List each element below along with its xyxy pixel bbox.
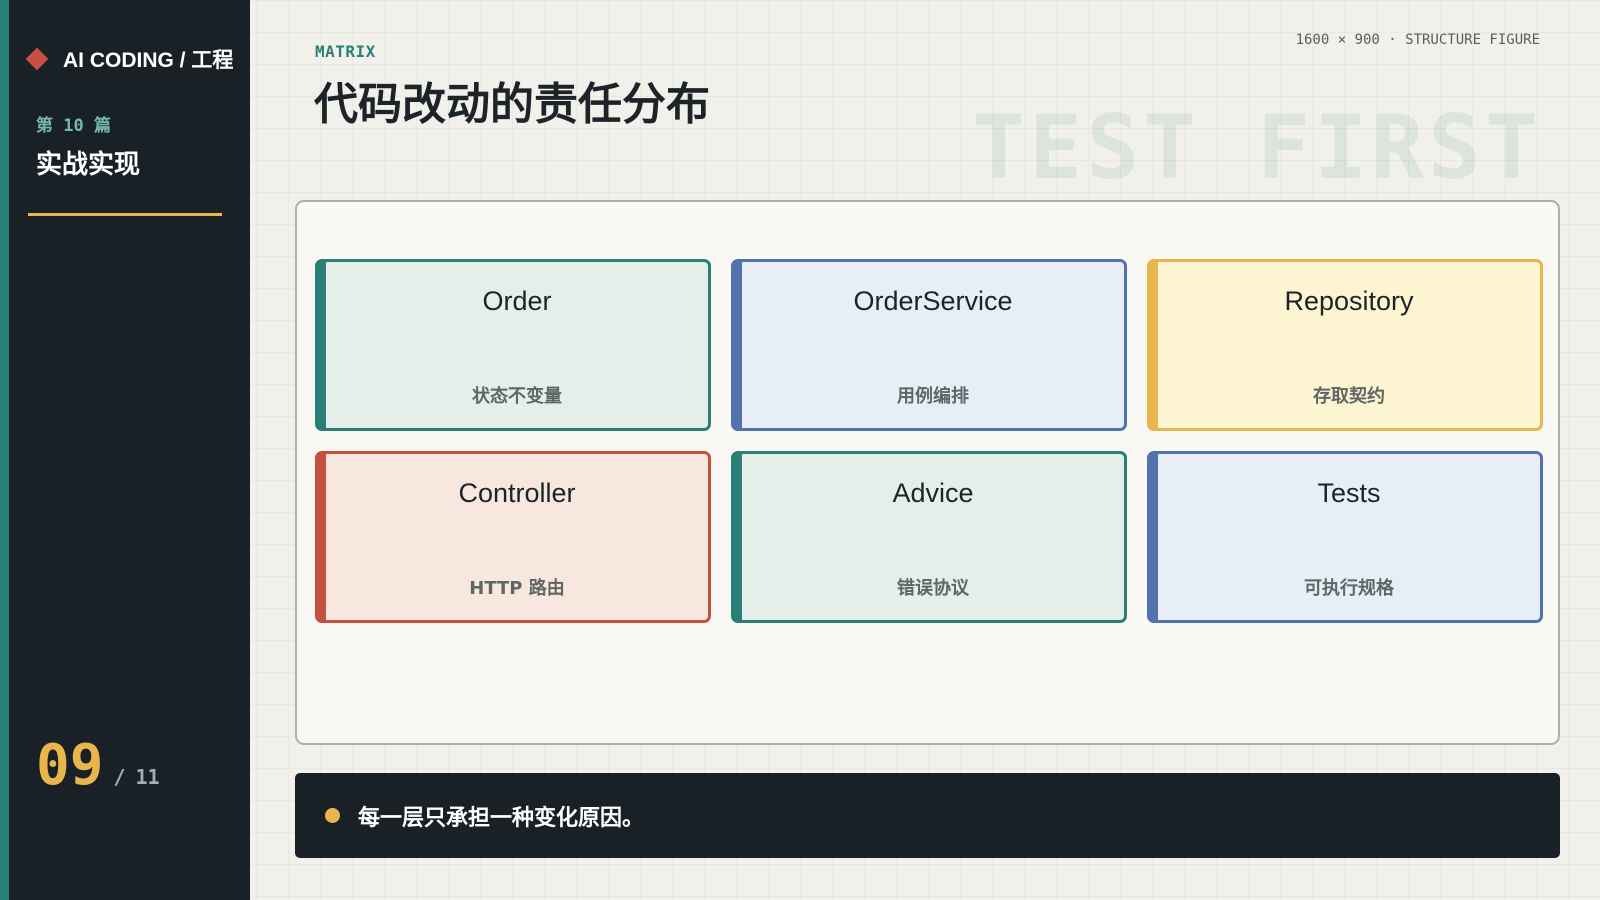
page-total: 11 bbox=[135, 765, 160, 789]
card-title: Advice bbox=[892, 478, 974, 508]
card-repository: Repository 存取契约 bbox=[1147, 259, 1543, 431]
card-controller: Controller HTTP 路由 bbox=[315, 451, 711, 623]
takeaway-bar: 每一层只承担一种变化原因。 bbox=[295, 773, 1560, 858]
card-tests: Tests 可执行规格 bbox=[1147, 451, 1543, 623]
sidebar-accent-stripe bbox=[0, 0, 9, 900]
card-description: 错误协议 bbox=[897, 578, 969, 599]
card-advice: Advice 错误协议 bbox=[731, 451, 1127, 623]
card-title: Tests bbox=[1317, 478, 1381, 508]
card-description: 状态不变量 bbox=[472, 386, 562, 407]
page-indicator: 09 / 11 bbox=[36, 738, 160, 794]
card-title: OrderService bbox=[853, 286, 1013, 316]
card-order: Order 状态不变量 bbox=[315, 259, 711, 431]
eyebrow-label: MATRIX bbox=[315, 42, 376, 61]
brand: AI CODING / 工程 bbox=[25, 44, 234, 74]
page-title: 代码改动的责任分布 bbox=[314, 79, 710, 130]
card-title: Controller bbox=[458, 478, 576, 508]
divider bbox=[28, 213, 222, 216]
card-orderservice: OrderService 用例编排 bbox=[731, 259, 1127, 431]
card-description: HTTP 路由 bbox=[469, 578, 565, 599]
card-title: Repository bbox=[1284, 286, 1414, 316]
watermark: TEST FIRST bbox=[972, 96, 1542, 199]
chapter-label: 第 10 篇 bbox=[36, 116, 111, 136]
page-separator: / bbox=[113, 765, 126, 789]
card-title: Order bbox=[482, 286, 552, 316]
takeaway-text: 每一层只承担一种变化原因。 bbox=[358, 805, 645, 831]
bullet-dot-icon bbox=[325, 808, 340, 823]
diamond-icon bbox=[25, 47, 49, 71]
card-description: 存取契约 bbox=[1313, 386, 1385, 407]
figure-meta: 1600 × 900 · STRUCTURE FIGURE bbox=[1295, 32, 1540, 48]
section-title: 实战实现 bbox=[36, 150, 141, 180]
brand-label: AI CODING / 工程 bbox=[63, 49, 234, 72]
matrix-panel: Order 状态不变量 OrderService 用例编排 Repository… bbox=[295, 200, 1560, 745]
card-description: 用例编排 bbox=[897, 386, 969, 407]
card-description: 可执行规格 bbox=[1304, 578, 1394, 599]
sidebar: AI CODING / 工程 第 10 篇 实战实现 09 / 11 bbox=[0, 0, 250, 900]
page-current: 09 bbox=[36, 733, 104, 798]
